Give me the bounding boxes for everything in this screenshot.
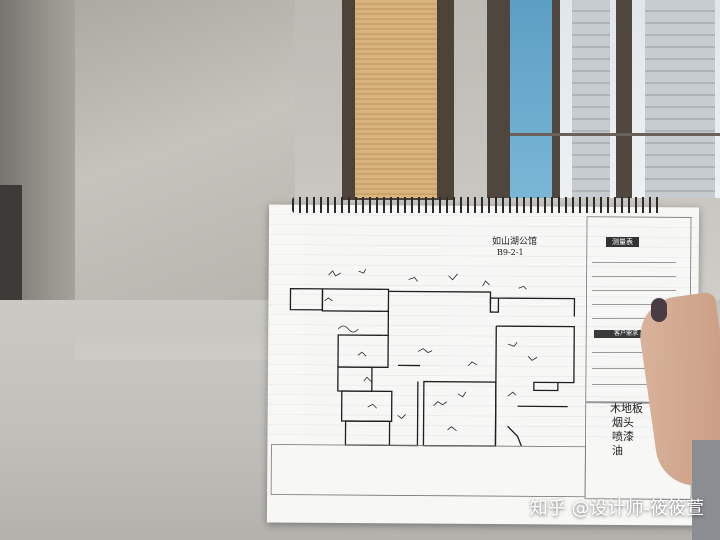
floor-plan-sketch	[267, 214, 700, 500]
handwritten-unit-number: B9-2-1	[497, 248, 524, 257]
measurement-form-title: 测量表	[606, 237, 639, 247]
handwritten-project-name: 如山湖公馆	[492, 237, 538, 247]
window-blind	[355, 0, 437, 198]
apartment-building	[572, 0, 610, 198]
sleeve	[692, 440, 720, 540]
watermark-text: 知乎 @设计师-筱筱萱	[529, 498, 704, 519]
form-line	[592, 290, 676, 291]
form-line	[592, 262, 676, 263]
window-sky	[510, 0, 552, 198]
photo-scene: 测量表 客户需求 如山湖公馆 B9-2-1 木地板 烟头 喷漆 油 知乎 @设计…	[0, 0, 720, 540]
balcony-railing	[510, 133, 720, 136]
floor-plan-notebook	[266, 204, 700, 526]
client-needs-title: 客户需求	[614, 330, 639, 337]
fingernail	[651, 298, 667, 322]
form-line	[592, 276, 676, 277]
apartment-building-far	[645, 0, 715, 198]
handwritten-remark-4: 油	[612, 444, 623, 457]
notebook-spiral-binding	[292, 197, 662, 213]
